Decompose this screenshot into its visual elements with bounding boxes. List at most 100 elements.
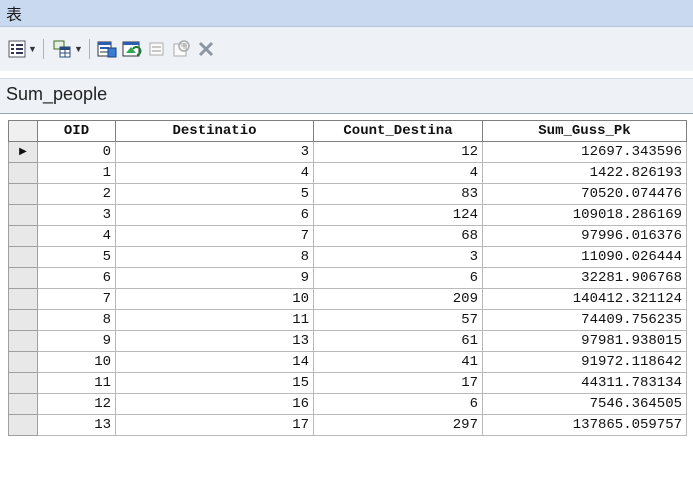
cell-count-destina[interactable]: 17: [313, 372, 483, 394]
cell-sum-guss-pk[interactable]: 7546.364505: [482, 393, 687, 415]
cell-sum-guss-pk[interactable]: 140412.321124: [482, 288, 687, 310]
cell-sum-guss-pk[interactable]: 44311.783134: [482, 372, 687, 394]
row-selector[interactable]: ▶: [8, 141, 38, 163]
cell-sum-guss-pk[interactable]: 1422.826193: [482, 162, 687, 184]
cell-oid[interactable]: 12: [37, 393, 116, 415]
cell-oid[interactable]: 3: [37, 204, 116, 226]
cell-count-destina[interactable]: 4: [313, 162, 483, 184]
cell-sum-guss-pk[interactable]: 70520.074476: [482, 183, 687, 205]
cell-oid[interactable]: 4: [37, 225, 116, 247]
cell-destinatio[interactable]: 10: [115, 288, 314, 310]
cell-destinatio[interactable]: 4: [115, 162, 314, 184]
cell-sum-guss-pk[interactable]: 11090.026444: [482, 246, 687, 268]
related-tables-button[interactable]: ▼: [52, 37, 83, 61]
switch-selection-button[interactable]: [122, 37, 142, 61]
cell-oid[interactable]: 0: [37, 141, 116, 163]
table-row[interactable]: 7 10 209 140412.321124: [8, 288, 687, 310]
row-selector[interactable]: [8, 162, 38, 184]
cell-count-destina[interactable]: 41: [313, 351, 483, 373]
table-row[interactable]: 3 6 124 109018.286169: [8, 204, 687, 226]
cell-count-destina[interactable]: 12: [313, 141, 483, 163]
row-selector[interactable]: [8, 330, 38, 352]
cell-sum-guss-pk[interactable]: 74409.756235: [482, 309, 687, 331]
cell-destinatio[interactable]: 8: [115, 246, 314, 268]
cell-destinatio[interactable]: 6: [115, 204, 314, 226]
table-row[interactable]: 5 8 3 11090.026444: [8, 246, 687, 268]
cell-oid[interactable]: 6: [37, 267, 116, 289]
cell-destinatio[interactable]: 9: [115, 267, 314, 289]
cell-destinatio[interactable]: 7: [115, 225, 314, 247]
cell-count-destina[interactable]: 209: [313, 288, 483, 310]
column-header-destinatio[interactable]: Destinatio: [115, 120, 314, 142]
cell-count-destina[interactable]: 83: [313, 183, 483, 205]
cell-oid[interactable]: 9: [37, 330, 116, 352]
table-row[interactable]: 2 5 83 70520.074476: [8, 183, 687, 205]
table-row[interactable]: 13 17 297 137865.059757: [8, 414, 687, 436]
table-row[interactable]: 8 11 57 74409.756235: [8, 309, 687, 331]
cell-oid[interactable]: 1: [37, 162, 116, 184]
zoom-to-selected-button[interactable]: [172, 37, 192, 61]
table-row[interactable]: 6 9 6 32281.906768: [8, 267, 687, 289]
cell-count-destina[interactable]: 68: [313, 225, 483, 247]
table-row[interactable]: 10 14 41 91972.118642: [8, 351, 687, 373]
table-row[interactable]: 12 16 6 7546.364505: [8, 393, 687, 415]
attribute-table-grid[interactable]: OID Destinatio Count_Destina Sum_Guss_Pk…: [0, 113, 693, 500]
cell-oid[interactable]: 13: [37, 414, 116, 436]
switch-selection-icon: [122, 41, 142, 57]
row-selector[interactable]: [8, 351, 38, 373]
cell-count-destina[interactable]: 124: [313, 204, 483, 226]
cell-sum-guss-pk[interactable]: 32281.906768: [482, 267, 687, 289]
cell-oid[interactable]: 10: [37, 351, 116, 373]
cell-count-destina[interactable]: 61: [313, 330, 483, 352]
window-titlebar: 表: [0, 0, 693, 27]
select-by-attributes-button[interactable]: [97, 37, 117, 61]
row-selector[interactable]: [8, 393, 38, 415]
table-toolbar: ▼ ▼: [0, 27, 693, 71]
cell-destinatio[interactable]: 5: [115, 183, 314, 205]
cell-count-destina[interactable]: 6: [313, 267, 483, 289]
clear-selection-button[interactable]: [148, 37, 166, 61]
cell-sum-guss-pk[interactable]: 12697.343596: [482, 141, 687, 163]
table-row[interactable]: 4 7 68 97996.016376: [8, 225, 687, 247]
row-selector[interactable]: [8, 267, 38, 289]
row-selector[interactable]: [8, 309, 38, 331]
cell-count-destina[interactable]: 3: [313, 246, 483, 268]
cell-destinatio[interactable]: 13: [115, 330, 314, 352]
column-header-count-destina[interactable]: Count_Destina: [313, 120, 483, 142]
cell-destinatio[interactable]: 3: [115, 141, 314, 163]
cell-sum-guss-pk[interactable]: 97996.016376: [482, 225, 687, 247]
row-selector-header[interactable]: [8, 120, 38, 142]
cell-sum-guss-pk[interactable]: 137865.059757: [482, 414, 687, 436]
row-selector[interactable]: [8, 246, 38, 268]
table-row[interactable]: 1 4 4 1422.826193: [8, 162, 687, 184]
cell-sum-guss-pk[interactable]: 91972.118642: [482, 351, 687, 373]
column-header-sum-guss-pk[interactable]: Sum_Guss_Pk: [482, 120, 687, 142]
table-row[interactable]: 11 15 17 44311.783134: [8, 372, 687, 394]
row-selector[interactable]: [8, 183, 38, 205]
delete-selected-button[interactable]: [197, 37, 215, 61]
row-selector[interactable]: [8, 204, 38, 226]
cell-oid[interactable]: 7: [37, 288, 116, 310]
cell-oid[interactable]: 11: [37, 372, 116, 394]
cell-destinatio[interactable]: 17: [115, 414, 314, 436]
cell-oid[interactable]: 8: [37, 309, 116, 331]
table-row[interactable]: 9 13 61 97981.938015: [8, 330, 687, 352]
cell-oid[interactable]: 5: [37, 246, 116, 268]
row-selector[interactable]: [8, 225, 38, 247]
cell-count-destina[interactable]: 6: [313, 393, 483, 415]
column-header-oid[interactable]: OID: [37, 120, 116, 142]
table-row[interactable]: ▶ 0 3 12 12697.343596: [8, 141, 687, 163]
row-selector[interactable]: [8, 288, 38, 310]
row-selector[interactable]: [8, 414, 38, 436]
cell-sum-guss-pk[interactable]: 109018.286169: [482, 204, 687, 226]
row-selector[interactable]: [8, 372, 38, 394]
cell-count-destina[interactable]: 297: [313, 414, 483, 436]
cell-destinatio[interactable]: 16: [115, 393, 314, 415]
cell-count-destina[interactable]: 57: [313, 309, 483, 331]
cell-destinatio[interactable]: 14: [115, 351, 314, 373]
table-options-button[interactable]: ▼: [8, 37, 37, 61]
cell-destinatio[interactable]: 15: [115, 372, 314, 394]
cell-sum-guss-pk[interactable]: 97981.938015: [482, 330, 687, 352]
cell-oid[interactable]: 2: [37, 183, 116, 205]
cell-destinatio[interactable]: 11: [115, 309, 314, 331]
